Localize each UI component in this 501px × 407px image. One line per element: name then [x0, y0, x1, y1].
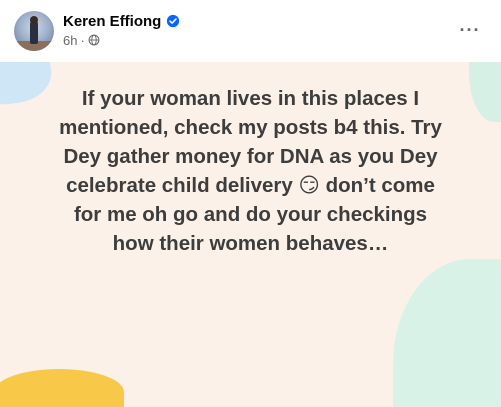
author-row: Keren Effiong [63, 11, 180, 31]
globe-icon[interactable] [88, 34, 100, 46]
post-text: If your woman lives in this places I men… [59, 87, 442, 255]
post-header: Keren Effiong 6h · ··· [0, 0, 501, 62]
decorative-blob-top-right [469, 62, 501, 122]
facebook-post-card: Keren Effiong 6h · ··· If your woman liv… [0, 0, 501, 407]
decorative-blob-bottom-right [393, 259, 501, 407]
meta-separator: · [80, 32, 85, 48]
author-name[interactable]: Keren Effiong [63, 13, 161, 30]
avatar-head [30, 16, 38, 24]
avatar[interactable] [14, 11, 54, 51]
decorative-blob-bottom-left [0, 369, 124, 407]
post-time[interactable]: 6h [63, 33, 77, 48]
more-options-icon[interactable]: ··· [456, 18, 484, 42]
verified-badge-icon [167, 14, 180, 28]
post-meta: 6h · [63, 32, 100, 48]
